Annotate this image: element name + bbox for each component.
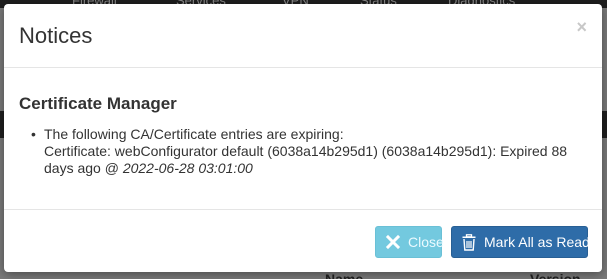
- bullet-icon: •: [31, 126, 36, 142]
- notice-text: The following CA/Certificate entries are…: [44, 126, 344, 142]
- trash-icon: [461, 234, 477, 251]
- notice-text: days ago @ 2022-06-28 03:01:00: [44, 160, 589, 177]
- modal-footer: Close Mark All as Read: [4, 209, 602, 273]
- modal-body: Certificate Manager • The following CA/C…: [4, 68, 602, 208]
- modal-title: Notices: [19, 23, 93, 48]
- close-button-label: Close: [408, 234, 444, 250]
- section-title: Certificate Manager: [19, 94, 177, 113]
- modal-header: Notices ×: [4, 4, 602, 68]
- notices-modal: Notices × Certificate Manager • The foll…: [4, 4, 602, 272]
- notice-timestamp: 2022-06-28 03:01:00: [122, 160, 253, 176]
- x-icon: [385, 234, 401, 250]
- mark-all-read-button[interactable]: Mark All as Read: [451, 226, 590, 258]
- list-item: • The following CA/Certificate entries a…: [31, 126, 589, 177]
- notice-list: • The following CA/Certificate entries a…: [31, 126, 589, 177]
- mark-all-read-label: Mark All as Read: [484, 234, 590, 250]
- notice-text: Certificate: webConfigurator default (60…: [44, 143, 568, 159]
- notice-prefix: days ago @: [44, 160, 123, 176]
- close-icon[interactable]: ×: [576, 18, 587, 36]
- close-button[interactable]: Close: [375, 226, 444, 258]
